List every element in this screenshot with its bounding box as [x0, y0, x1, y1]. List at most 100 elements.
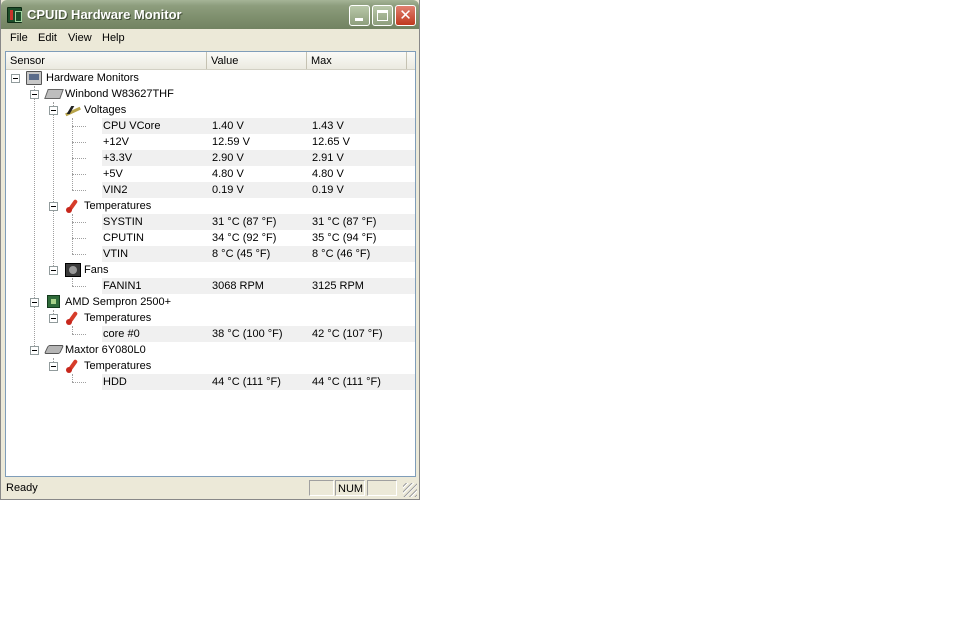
collapse-icon[interactable]: [49, 362, 58, 371]
tree-label: Hardware Monitors: [46, 72, 139, 84]
thermometer-icon: [65, 311, 81, 325]
app-window: CPUID Hardware Monitor ✕ File Edit View …: [0, 0, 420, 500]
sensor-max: 3125 RPM: [312, 280, 364, 292]
maximize-icon: [377, 10, 388, 21]
tree-row-device[interactable]: AMD Sempron 2500+: [6, 294, 415, 310]
collapse-icon[interactable]: [30, 298, 39, 307]
sensor-name: SYSTIN: [103, 216, 143, 228]
window-title: CPUID Hardware Monitor: [27, 7, 182, 22]
sensor-name: FANIN1: [103, 280, 142, 292]
collapse-icon[interactable]: [30, 90, 39, 99]
tree-label: Temperatures: [84, 360, 152, 372]
sensor-name: VTIN: [103, 248, 129, 260]
table-row[interactable]: +5V 4.80 V 4.80 V: [6, 166, 415, 182]
sensor-value: 38 °C (100 °F): [212, 328, 283, 340]
tree-row-group[interactable]: Temperatures: [6, 310, 415, 326]
menu-bar: File Edit View Help: [1, 29, 419, 49]
tree-row-device[interactable]: Maxtor 6Y080L0: [6, 342, 415, 358]
sensor-name: HDD: [103, 376, 127, 388]
voltage-icon: [65, 104, 81, 116]
tree-label: Temperatures: [84, 312, 152, 324]
column-value[interactable]: Value: [207, 52, 307, 69]
fan-icon: [65, 263, 81, 277]
column-max[interactable]: Max: [307, 52, 407, 69]
tree-row-root[interactable]: Hardware Monitors: [6, 70, 415, 86]
hdd-icon: [43, 345, 65, 354]
table-row[interactable]: CPU VCore 1.40 V 1.43 V: [6, 118, 415, 134]
status-text: Ready: [6, 482, 38, 494]
sensor-max: 12.65 V: [312, 136, 350, 148]
table-row[interactable]: +3.3V 2.90 V 2.91 V: [6, 150, 415, 166]
menu-file[interactable]: File: [10, 32, 28, 44]
collapse-icon[interactable]: [30, 346, 39, 355]
table-row[interactable]: CPUTIN 34 °C (92 °F) 35 °C (94 °F): [6, 230, 415, 246]
status-pane: [309, 480, 334, 496]
sensor-max: 42 °C (107 °F): [312, 328, 383, 340]
resize-grip-icon[interactable]: [403, 483, 417, 497]
tree-label: Winbond W83627THF: [65, 88, 174, 100]
table-row[interactable]: VIN2 0.19 V 0.19 V: [6, 182, 415, 198]
chip-icon: [44, 89, 64, 99]
title-bar[interactable]: CPUID Hardware Monitor ✕: [1, 0, 419, 29]
sensor-value: 34 °C (92 °F): [212, 232, 277, 244]
status-pane: [367, 480, 397, 496]
collapse-icon[interactable]: [49, 202, 58, 211]
collapse-icon[interactable]: [11, 74, 20, 83]
thermometer-icon: [65, 199, 81, 213]
maximize-button[interactable]: [372, 5, 393, 26]
sensor-name: CPUTIN: [103, 232, 144, 244]
sensor-name: VIN2: [103, 184, 128, 196]
menu-help[interactable]: Help: [102, 32, 125, 44]
status-bar: Ready NUM: [1, 479, 419, 499]
close-icon: ✕: [399, 7, 412, 24]
collapse-icon[interactable]: [49, 314, 58, 323]
close-button[interactable]: ✕: [395, 5, 416, 26]
table-row[interactable]: VTIN 8 °C (45 °F) 8 °C (46 °F): [6, 246, 415, 262]
sensor-name: core #0: [103, 328, 140, 340]
sensor-value: 2.90 V: [212, 152, 244, 164]
tree-label: Fans: [84, 264, 109, 276]
app-icon[interactable]: [7, 7, 22, 23]
sensor-max: 35 °C (94 °F): [312, 232, 377, 244]
cpu-icon: [47, 295, 60, 308]
thermometer-icon: [65, 359, 81, 373]
sensor-max: 4.80 V: [312, 168, 344, 180]
sensor-name: +5V: [103, 168, 123, 180]
minimize-button[interactable]: [349, 5, 370, 26]
tree-row-group[interactable]: Fans: [6, 262, 415, 278]
sensor-value: 8 °C (45 °F): [212, 248, 271, 260]
sensor-value: 44 °C (111 °F): [212, 376, 281, 388]
menu-view[interactable]: View: [68, 32, 92, 44]
table-row[interactable]: HDD 44 °C (111 °F) 44 °C (111 °F): [6, 374, 415, 390]
menu-edit[interactable]: Edit: [38, 32, 57, 44]
column-sensor[interactable]: Sensor: [6, 52, 207, 69]
tree-row-device[interactable]: Winbond W83627THF: [6, 86, 415, 102]
sensor-tree-list[interactable]: Sensor Value Max Hardware Monitors Winbo…: [5, 51, 416, 477]
table-row[interactable]: core #0 38 °C (100 °F) 42 °C (107 °F): [6, 326, 415, 342]
num-lock-indicator: NUM: [335, 480, 365, 496]
tree-label: AMD Sempron 2500+: [65, 296, 172, 308]
collapse-icon[interactable]: [49, 266, 58, 275]
tree-row-group[interactable]: Temperatures: [6, 198, 415, 214]
sensor-max: 8 °C (46 °F): [312, 248, 371, 260]
sensor-value: 1.40 V: [212, 120, 244, 132]
column-header: Sensor Value Max: [6, 52, 415, 70]
sensor-max: 31 °C (87 °F): [312, 216, 377, 228]
sensor-value: 4.80 V: [212, 168, 244, 180]
sensor-name: +12V: [103, 136, 129, 148]
sensor-max: 2.91 V: [312, 152, 344, 164]
tree-row-group[interactable]: Voltages: [6, 102, 415, 118]
sensor-value: 0.19 V: [212, 184, 244, 196]
sensor-name: CPU VCore: [103, 120, 161, 132]
sensor-max: 1.43 V: [312, 120, 344, 132]
sensor-max: 44 °C (111 °F): [312, 376, 381, 388]
tree-label: Maxtor 6Y080L0: [65, 344, 146, 356]
table-row[interactable]: FANIN1 3068 RPM 3125 RPM: [6, 278, 415, 294]
collapse-icon[interactable]: [49, 106, 58, 115]
tree-label: Voltages: [84, 104, 127, 116]
table-row[interactable]: SYSTIN 31 °C (87 °F) 31 °C (87 °F): [6, 214, 415, 230]
sensor-value: 12.59 V: [212, 136, 250, 148]
sensor-value: 31 °C (87 °F): [212, 216, 277, 228]
table-row[interactable]: +12V 12.59 V 12.65 V: [6, 134, 415, 150]
tree-row-group[interactable]: Temperatures: [6, 358, 415, 374]
